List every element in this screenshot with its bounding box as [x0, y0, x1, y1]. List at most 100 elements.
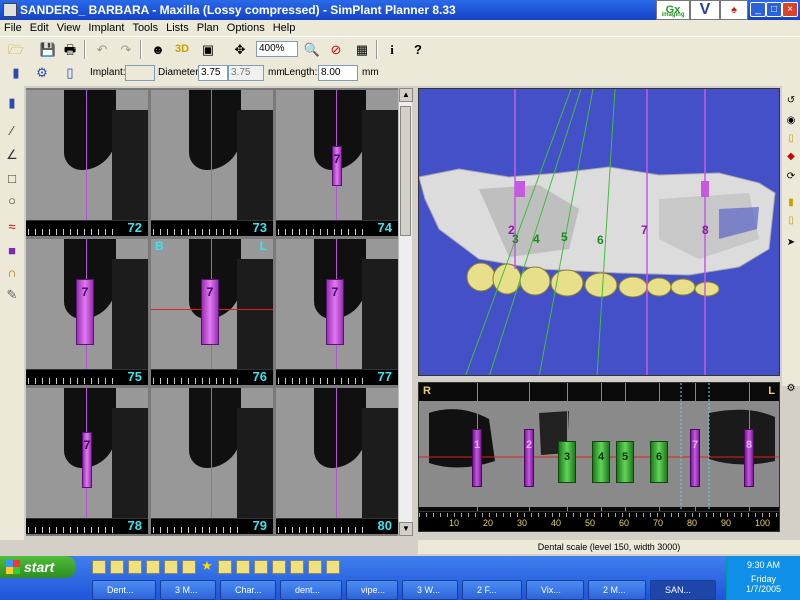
3d-view-button[interactable]: 3D — [172, 40, 192, 59]
volume-tool-icon[interactable]: ■ — [3, 242, 21, 260]
scroll-down-icon[interactable]: ▼ — [399, 522, 413, 536]
quicklaunch-icon[interactable] — [272, 560, 286, 574]
pano-implant[interactable]: 2 — [524, 429, 534, 487]
taskbar-button[interactable]: Dent... — [92, 580, 156, 600]
3d-view[interactable]: 2 3 4 5 6 7 8 — [418, 88, 780, 376]
implant-tool-icon[interactable]: ▮ — [3, 94, 21, 112]
clip-icon[interactable]: ▮ — [784, 196, 798, 210]
close-button[interactable]: × — [782, 2, 798, 17]
undo-icon[interactable]: ↶ — [92, 40, 112, 59]
implant-marker[interactable]: 7 — [82, 432, 92, 488]
cross-section-slice[interactable]: 72 — [26, 90, 148, 236]
rectangle-tool-icon[interactable]: □ — [3, 170, 21, 188]
eye-icon[interactable]: ◉ — [784, 114, 798, 128]
cross-section-slice[interactable]: 7 74 — [276, 90, 398, 236]
ellipse-tool-icon[interactable]: ○ — [3, 192, 21, 210]
quicklaunch-icon[interactable] — [236, 560, 250, 574]
quicklaunch-icon[interactable] — [110, 560, 124, 574]
cross-section-slice[interactable]: 80 — [276, 388, 398, 534]
cursor-icon[interactable]: ➤ — [784, 236, 798, 250]
menu-help[interactable]: Help — [273, 20, 296, 36]
nerve-tool-icon[interactable]: ∩ — [3, 264, 21, 282]
implant-settings-icon[interactable]: ⚙ — [32, 63, 52, 82]
surface-icon[interactable]: ▯ — [784, 214, 798, 228]
fit-window-icon[interactable]: ▦ — [352, 40, 372, 59]
profile-tool-icon[interactable]: ≈ — [3, 218, 21, 236]
length-select[interactable]: 8.00 — [318, 65, 358, 81]
pano-implant[interactable]: 8 — [744, 429, 754, 487]
clock-time[interactable]: 9:30 AM — [727, 560, 800, 570]
quicklaunch-icon[interactable] — [92, 560, 106, 574]
menu-edit[interactable]: Edit — [30, 20, 49, 36]
cross-section-slice[interactable]: 79 — [151, 388, 273, 534]
implant-marker[interactable]: 7 — [201, 279, 219, 345]
measure-tool-icon[interactable]: ∕ — [3, 122, 21, 140]
help-pointer-icon[interactable]: ? — [408, 40, 428, 59]
zoom-icon[interactable]: 🔍 — [302, 40, 322, 59]
contrast-icon[interactable]: ▣ — [198, 40, 218, 59]
quicklaunch-icon[interactable] — [326, 560, 340, 574]
scroll-thumb[interactable] — [400, 106, 411, 236]
quicklaunch-icon[interactable] — [308, 560, 322, 574]
zoom-select[interactable]: 400% — [256, 41, 298, 57]
taskbar-button[interactable]: dent... — [280, 580, 342, 600]
cross-section-slice[interactable]: B L 7 76 — [151, 239, 273, 385]
pano-implant[interactable]: 7 — [690, 429, 700, 487]
taskbar-button[interactable]: SAN... — [650, 580, 716, 600]
cross-section-slice[interactable]: 7 77 — [276, 239, 398, 385]
reset-view-icon[interactable]: ↺ — [784, 94, 798, 108]
angle-tool-icon[interactable]: ∠ — [3, 146, 21, 164]
implant-marker[interactable]: 7 — [332, 146, 342, 186]
menu-plan[interactable]: Plan — [197, 20, 219, 36]
quicklaunch-icon[interactable] — [254, 560, 268, 574]
menu-options[interactable]: Options — [227, 20, 265, 36]
taskbar-button[interactable]: vipe... — [346, 580, 398, 600]
taskbar-button[interactable]: 2 F... — [462, 580, 522, 600]
taskbar-button[interactable]: 3 W... — [402, 580, 458, 600]
save-icon[interactable]: 💾 — [38, 40, 58, 59]
move-icon[interactable]: ✥ — [230, 40, 250, 59]
taskbar-button[interactable]: Char... — [220, 580, 276, 600]
redo-icon[interactable]: ↷ — [116, 40, 136, 59]
menu-view[interactable]: View — [57, 20, 81, 36]
add-implant-icon[interactable]: ▮ — [6, 63, 26, 82]
print-icon[interactable]: 🖶 — [60, 40, 80, 59]
color-icon[interactable]: ◆ — [784, 150, 798, 164]
eraser-tool-icon[interactable]: ✎ — [3, 286, 21, 304]
quicklaunch-icon[interactable] — [164, 560, 178, 574]
menu-file[interactable]: File — [4, 20, 22, 36]
scroll-up-icon[interactable]: ▲ — [399, 88, 413, 102]
pano-implant[interactable]: 3 — [558, 441, 576, 483]
quicklaunch-icon[interactable] — [182, 560, 196, 574]
implant-marker[interactable]: 7 — [326, 279, 344, 345]
cross-section-slice[interactable]: 7 75 — [26, 239, 148, 385]
taskbar-button[interactable]: Vix... — [526, 580, 584, 600]
diameter-field[interactable]: 3.75 — [198, 65, 228, 81]
maximize-button[interactable]: □ — [766, 2, 782, 17]
menu-lists[interactable]: Lists — [166, 20, 189, 36]
pano-implant[interactable]: 6 — [650, 441, 668, 483]
quicklaunch-icon[interactable] — [218, 560, 232, 574]
open-folder-icon[interactable]: 🗁 — [6, 40, 26, 59]
implant-marker[interactable]: 7 — [76, 279, 94, 345]
pano-implant[interactable]: 1 — [472, 429, 482, 487]
zoom-reset-icon[interactable]: ⊘ — [326, 40, 346, 59]
menu-implant[interactable]: Implant — [88, 20, 124, 36]
quicklaunch-icon[interactable] — [290, 560, 304, 574]
layers-icon[interactable]: ▯ — [784, 132, 798, 146]
rotate-icon[interactable]: ⟳ — [784, 170, 798, 184]
quicklaunch-icon[interactable] — [128, 560, 142, 574]
cross-section-slice[interactable]: 73 — [151, 90, 273, 236]
taskbar-button[interactable]: 2 M... — [588, 580, 646, 600]
app-icon[interactable] — [3, 3, 17, 17]
pano-settings-icon[interactable]: ⚙ — [784, 382, 798, 396]
slices-scrollbar[interactable]: ▲ ▼ — [398, 88, 413, 536]
implant-field[interactable] — [125, 65, 155, 81]
minimize-button[interactable]: _ — [750, 2, 766, 17]
quicklaunch-icon[interactable] — [146, 560, 160, 574]
patient-face-icon[interactable]: ☻ — [148, 40, 168, 59]
pano-implant[interactable]: 5 — [616, 441, 634, 483]
taskbar-button[interactable]: 3 M... — [160, 580, 216, 600]
panoramic-view[interactable]: R L 12345678 10 20 30 40 50 60 70 80 90 100 — [418, 382, 780, 532]
menu-tools[interactable]: Tools — [132, 20, 158, 36]
